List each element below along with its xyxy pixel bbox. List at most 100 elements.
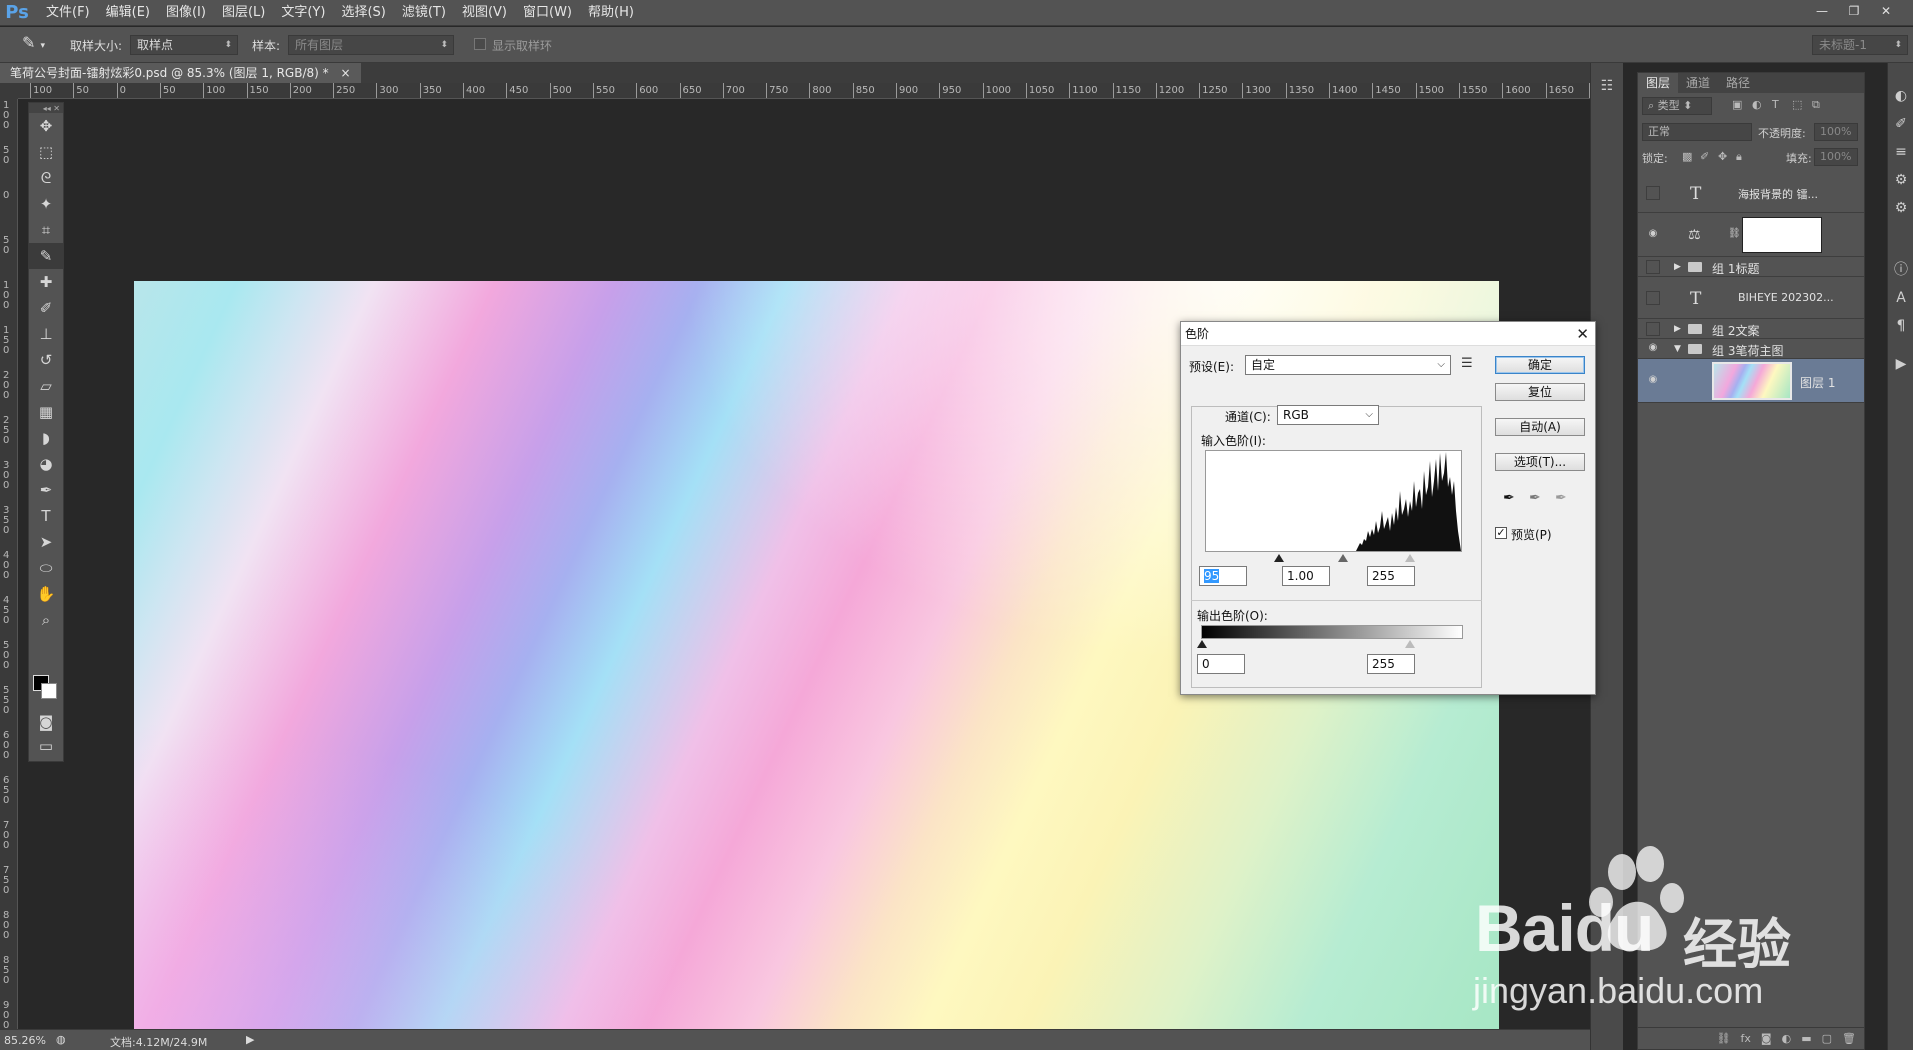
layer-mask-thumbnail[interactable]	[1742, 217, 1822, 253]
eraser-tool-icon[interactable]: ▱	[29, 373, 63, 399]
character-icon[interactable]: A	[1890, 287, 1912, 309]
white-point-eyedropper-icon[interactable]: ✒	[1555, 490, 1567, 506]
visibility-toggle[interactable]	[1646, 186, 1660, 200]
styles-panel-icon[interactable]: ⚙	[1890, 169, 1912, 191]
paragraph-icon[interactable]: ¶	[1890, 315, 1912, 337]
history-icon[interactable]: ☷	[1596, 75, 1618, 97]
gradient-tool-icon[interactable]: ▦	[29, 399, 63, 425]
fill-input[interactable]: 100%	[1814, 148, 1858, 166]
caret-down-icon[interactable]: ▼	[1674, 344, 1681, 354]
ellipse-tool-icon[interactable]: ⬭	[29, 555, 63, 581]
sample-select[interactable]: 所有图层 ⬍	[288, 35, 454, 55]
show-ring-checkbox[interactable]	[474, 38, 486, 50]
type-tool-icon[interactable]: T	[29, 503, 63, 529]
marquee-tool-icon[interactable]: ⬚	[29, 139, 63, 165]
filter-type-icon[interactable]: T	[1772, 98, 1779, 111]
output-white-field[interactable]: 255	[1367, 654, 1415, 674]
new-group-icon[interactable]: ▬	[1801, 1032, 1811, 1045]
layer-thumbnail[interactable]	[1712, 362, 1792, 400]
caret-right-icon[interactable]: ▶	[1674, 324, 1681, 334]
menu-item[interactable]: 编辑(E)	[98, 0, 158, 26]
new-adjustment-icon[interactable]: ◐	[1782, 1032, 1792, 1045]
visibility-toggle[interactable]	[1646, 260, 1660, 274]
quick-mask-icon[interactable]: ◙	[29, 709, 63, 735]
visibility-eye-icon[interactable]: ◉	[1646, 374, 1660, 388]
options-button[interactable]: 选项(T)...	[1495, 453, 1585, 471]
path-select-tool-icon[interactable]: ➤	[29, 529, 63, 555]
move-tool-icon[interactable]: ✥	[29, 113, 63, 139]
layer-row[interactable]: T 海报背景的 镭...	[1638, 173, 1864, 213]
lock-brush-icon[interactable]: ✐	[1700, 150, 1709, 163]
adjust-panel-icon[interactable]: ≡	[1890, 141, 1912, 163]
delete-layer-icon[interactable]: 🗑︎	[1842, 1032, 1856, 1045]
layer-filter-select[interactable]: ⌕ 类型 ⬍	[1642, 97, 1712, 115]
new-layer-icon[interactable]: ▢	[1822, 1032, 1832, 1045]
caret-right-icon[interactable]: ▶	[1674, 262, 1681, 272]
output-white-slider[interactable]	[1405, 640, 1415, 648]
visibility-eye-icon[interactable]: ◉	[1646, 228, 1660, 242]
layer-row[interactable]: T BIHEYE 202302...	[1638, 277, 1864, 319]
input-gamma-slider[interactable]	[1338, 554, 1348, 562]
menu-item[interactable]: 图像(I)	[158, 0, 214, 26]
lock-transparent-icon[interactable]: ▩	[1682, 150, 1692, 163]
sample-size-select[interactable]: 取样点 ⬍	[130, 35, 238, 55]
close-tab-icon[interactable]: ×	[340, 66, 350, 80]
vertical-ruler[interactable]: 1 0 0 5 0 0 5 0 1 0 0 1 5 0 2 0 0 2 5 0 3 0 0 3 5…	[0, 99, 18, 1029]
magic-wand-tool-icon[interactable]: ✦	[29, 191, 63, 217]
input-black-slider[interactable]	[1274, 554, 1284, 562]
menu-item[interactable]: 选择(S)	[333, 0, 393, 26]
play-icon[interactable]: ▶	[1890, 353, 1912, 375]
visibility-eye-icon[interactable]: ◉	[1646, 342, 1660, 356]
eyedropper-icon[interactable]: ✎ ▾	[22, 33, 45, 52]
black-point-eyedropper-icon[interactable]: ✒	[1503, 490, 1515, 506]
menu-item[interactable]: 滤镜(T)	[394, 0, 454, 26]
input-white-slider[interactable]	[1405, 554, 1415, 562]
layer-row[interactable]: ▶ 组 2文案	[1638, 319, 1864, 339]
settings-panel-icon[interactable]: ⚙	[1890, 197, 1912, 219]
screen-mode-icon[interactable]: ▭	[29, 733, 63, 759]
info-icon[interactable]: ⓘ	[1890, 259, 1912, 281]
hand-tool-icon[interactable]: ✋	[29, 581, 63, 607]
blend-mode-select[interactable]: 正常	[1642, 123, 1752, 141]
close-icon[interactable]: ✕	[1576, 322, 1589, 346]
layer-style-icon[interactable]: fx	[1741, 1032, 1751, 1045]
menu-item[interactable]: 文件(F)	[38, 0, 98, 26]
panel-tab[interactable]: 通道	[1678, 73, 1718, 93]
visibility-toggle[interactable]	[1646, 291, 1660, 305]
zoom-tool-icon[interactable]: ⌕	[29, 607, 63, 633]
lasso-tool-icon[interactable]: ᘓ	[29, 165, 63, 191]
gray-point-eyedropper-icon[interactable]: ✒	[1529, 490, 1541, 506]
dodge-tool-icon[interactable]: ◕	[29, 451, 63, 477]
layer-row[interactable]: ◉ 图层 1	[1638, 359, 1864, 403]
preset-options-icon[interactable]: ☰	[1461, 356, 1473, 371]
ok-button[interactable]: 确定	[1495, 356, 1585, 374]
input-black-field[interactable]: 95	[1199, 566, 1247, 586]
zoom-level[interactable]: 85.26%	[4, 1034, 46, 1047]
input-gamma-field[interactable]: 1.00	[1282, 566, 1330, 586]
restore-button[interactable]: ❐	[1842, 2, 1866, 20]
status-menu-icon[interactable]: ◍	[56, 1033, 66, 1046]
brush-panel-icon[interactable]: ✐	[1890, 113, 1912, 135]
close-window-button[interactable]: ✕	[1874, 2, 1898, 20]
workspace-select[interactable]: 未标题-1 ⬍	[1812, 35, 1908, 55]
filter-adjust-icon[interactable]: ◐	[1752, 98, 1762, 111]
panel-tab[interactable]: 路径	[1718, 73, 1758, 93]
menu-item[interactable]: 窗口(W)	[515, 0, 580, 26]
eyedropper-tool-icon[interactable]: ✎	[29, 243, 63, 269]
color-panel-icon[interactable]: ◐	[1890, 85, 1912, 107]
healing-tool-icon[interactable]: ✚	[29, 269, 63, 295]
preset-select[interactable]: 自定 ⌵	[1245, 355, 1451, 375]
preview-checkbox[interactable]: ✓	[1495, 527, 1507, 539]
minimize-button[interactable]: —	[1810, 2, 1834, 20]
menu-item[interactable]: 图层(L)	[214, 0, 273, 26]
link-layers-icon[interactable]: ⛓	[1717, 1032, 1731, 1045]
history-brush-tool-icon[interactable]: ↺	[29, 347, 63, 373]
levels-title-bar[interactable]: 色阶 ✕	[1181, 322, 1595, 346]
menu-item[interactable]: 文字(Y)	[273, 0, 333, 26]
visibility-toggle[interactable]	[1646, 322, 1660, 336]
channel-select[interactable]: RGB ⌵	[1277, 405, 1379, 425]
brush-tool-icon[interactable]: ✐	[29, 295, 63, 321]
document-tab[interactable]: 笔荷公号封面-镭射炫彩0.psd @ 85.3% (图层 1, RGB/8) *…	[0, 63, 361, 83]
lock-all-icon[interactable]: 🔒︎	[1736, 150, 1742, 164]
add-mask-icon[interactable]: ◙	[1761, 1032, 1772, 1045]
